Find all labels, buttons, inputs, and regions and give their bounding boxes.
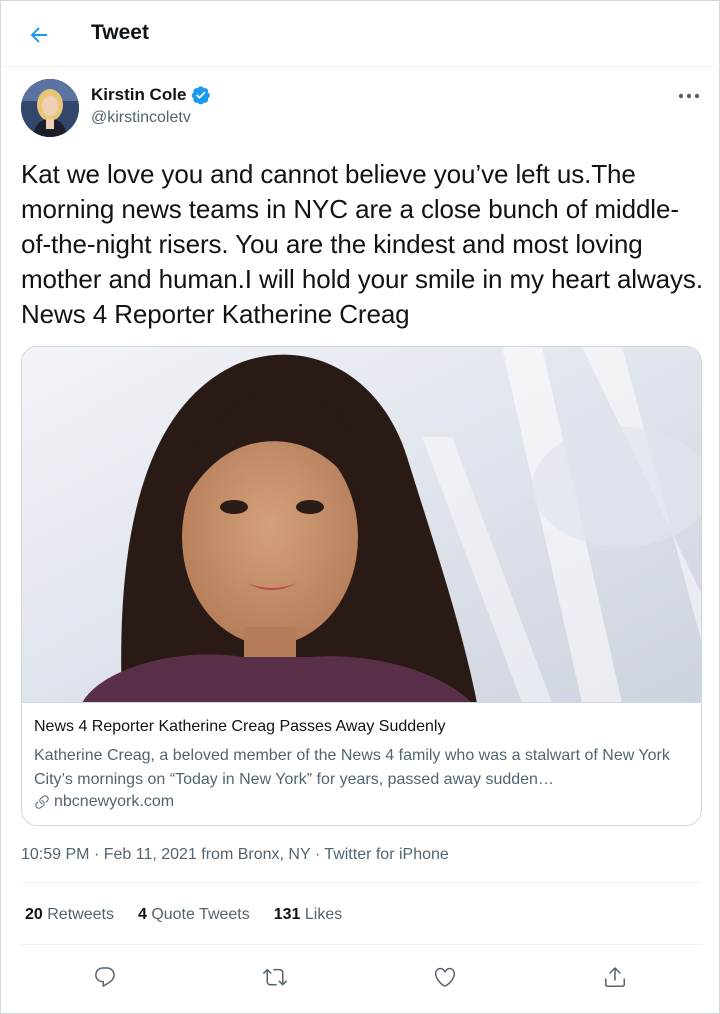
author-handle[interactable]: @kirstincoletv (91, 109, 191, 127)
avatar-image (21, 79, 79, 137)
verified-badge-icon (192, 86, 211, 105)
tweet-actions (1, 956, 720, 996)
author-name[interactable]: Kirstin Cole (91, 85, 211, 105)
page-header: Tweet (1, 1, 720, 67)
tweet-time[interactable]: 10:59 PM (21, 846, 89, 863)
card-title[interactable]: News 4 Reporter Katherine Creag Passes A… (34, 718, 694, 736)
heart-icon (434, 967, 456, 987)
avatar[interactable] (21, 79, 79, 137)
retweets-count: 20 (25, 906, 43, 923)
tweet-meta: 10:59 PM · Feb 11, 2021 from Bronx, NY ·… (21, 846, 449, 864)
reply-button[interactable] (88, 960, 122, 994)
like-button[interactable] (428, 960, 462, 994)
more-options-button[interactable] (671, 83, 707, 109)
arrow-left-icon (30, 27, 47, 43)
divider (21, 944, 702, 945)
reply-icon (95, 967, 115, 987)
card-photo (22, 347, 701, 702)
meta-separator: · (93, 846, 100, 863)
likes-count: 131 (273, 906, 301, 923)
tweet-stats: 20 Retweets 4 Quote Tweets 131 Likes (25, 906, 342, 924)
share-icon (605, 967, 625, 987)
link-icon (35, 795, 49, 809)
tweet-source[interactable]: Twitter for iPhone (324, 846, 449, 863)
likes-stat[interactable]: 131 Likes (274, 906, 343, 924)
link-card[interactable]: News 4 Reporter Katherine Creag Passes A… (21, 346, 702, 826)
likes-label: Likes (304, 906, 343, 923)
retweet-icon (263, 968, 287, 986)
tweet-date[interactable]: Feb 11, 2021 (104, 846, 197, 863)
author-name-text[interactable]: Kirstin Cole (91, 85, 186, 105)
tweet-text: Kat we love you and cannot believe you’v… (21, 159, 703, 329)
tweet-page: Tweet Kirstin Cole @kirstincoletv Kat we… (0, 0, 720, 1014)
share-button[interactable] (598, 960, 632, 994)
quote-tweets-stat[interactable]: 4 Quote Tweets (138, 906, 250, 924)
tweet-location: from Bronx, NY (201, 846, 311, 863)
quote-tweets-label: Quote Tweets (151, 906, 250, 923)
quote-tweets-count: 4 (137, 906, 147, 923)
meta-separator: · (314, 846, 321, 863)
card-image[interactable] (22, 347, 701, 703)
page-title: Tweet (91, 21, 149, 44)
more-horizontal-icon (678, 93, 700, 99)
back-button[interactable] (23, 19, 55, 51)
card-domain-text: nbcnewyork.com (54, 793, 175, 810)
card-description: Katherine Creag, a beloved member of the… (34, 747, 670, 788)
retweets-label: Retweets (47, 906, 114, 923)
card-domain: nbcnewyork.com (34, 793, 174, 811)
retweet-button[interactable] (258, 960, 292, 994)
divider (21, 882, 702, 883)
retweets-stat[interactable]: 20 Retweets (25, 906, 114, 924)
